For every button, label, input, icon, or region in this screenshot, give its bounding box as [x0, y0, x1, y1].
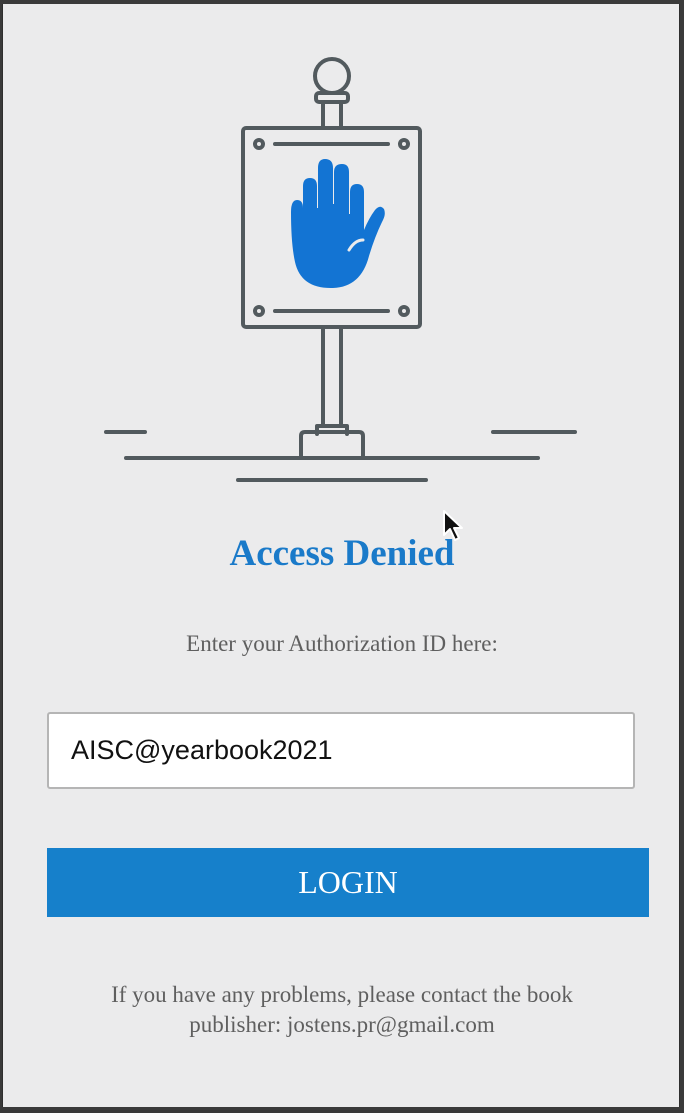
access-denied-panel: Access Denied Enter your Authorization I… — [2, 4, 680, 1107]
authorization-prompt: Enter your Authorization ID here: — [186, 631, 498, 656]
help-text: If you have any problems, please contact… — [3, 980, 681, 1040]
stop-hand-sign-icon — [104, 57, 577, 482]
login-button[interactable]: LOGIN — [47, 848, 649, 917]
help-text-line-2: publisher: jostens.pr@gmail.com — [189, 1012, 495, 1037]
mouse-pointer-icon — [443, 510, 463, 541]
authorization-id-input[interactable] — [47, 712, 635, 789]
page-title: Access Denied — [229, 533, 455, 574]
help-text-line-1: If you have any problems, please contact… — [111, 982, 573, 1007]
